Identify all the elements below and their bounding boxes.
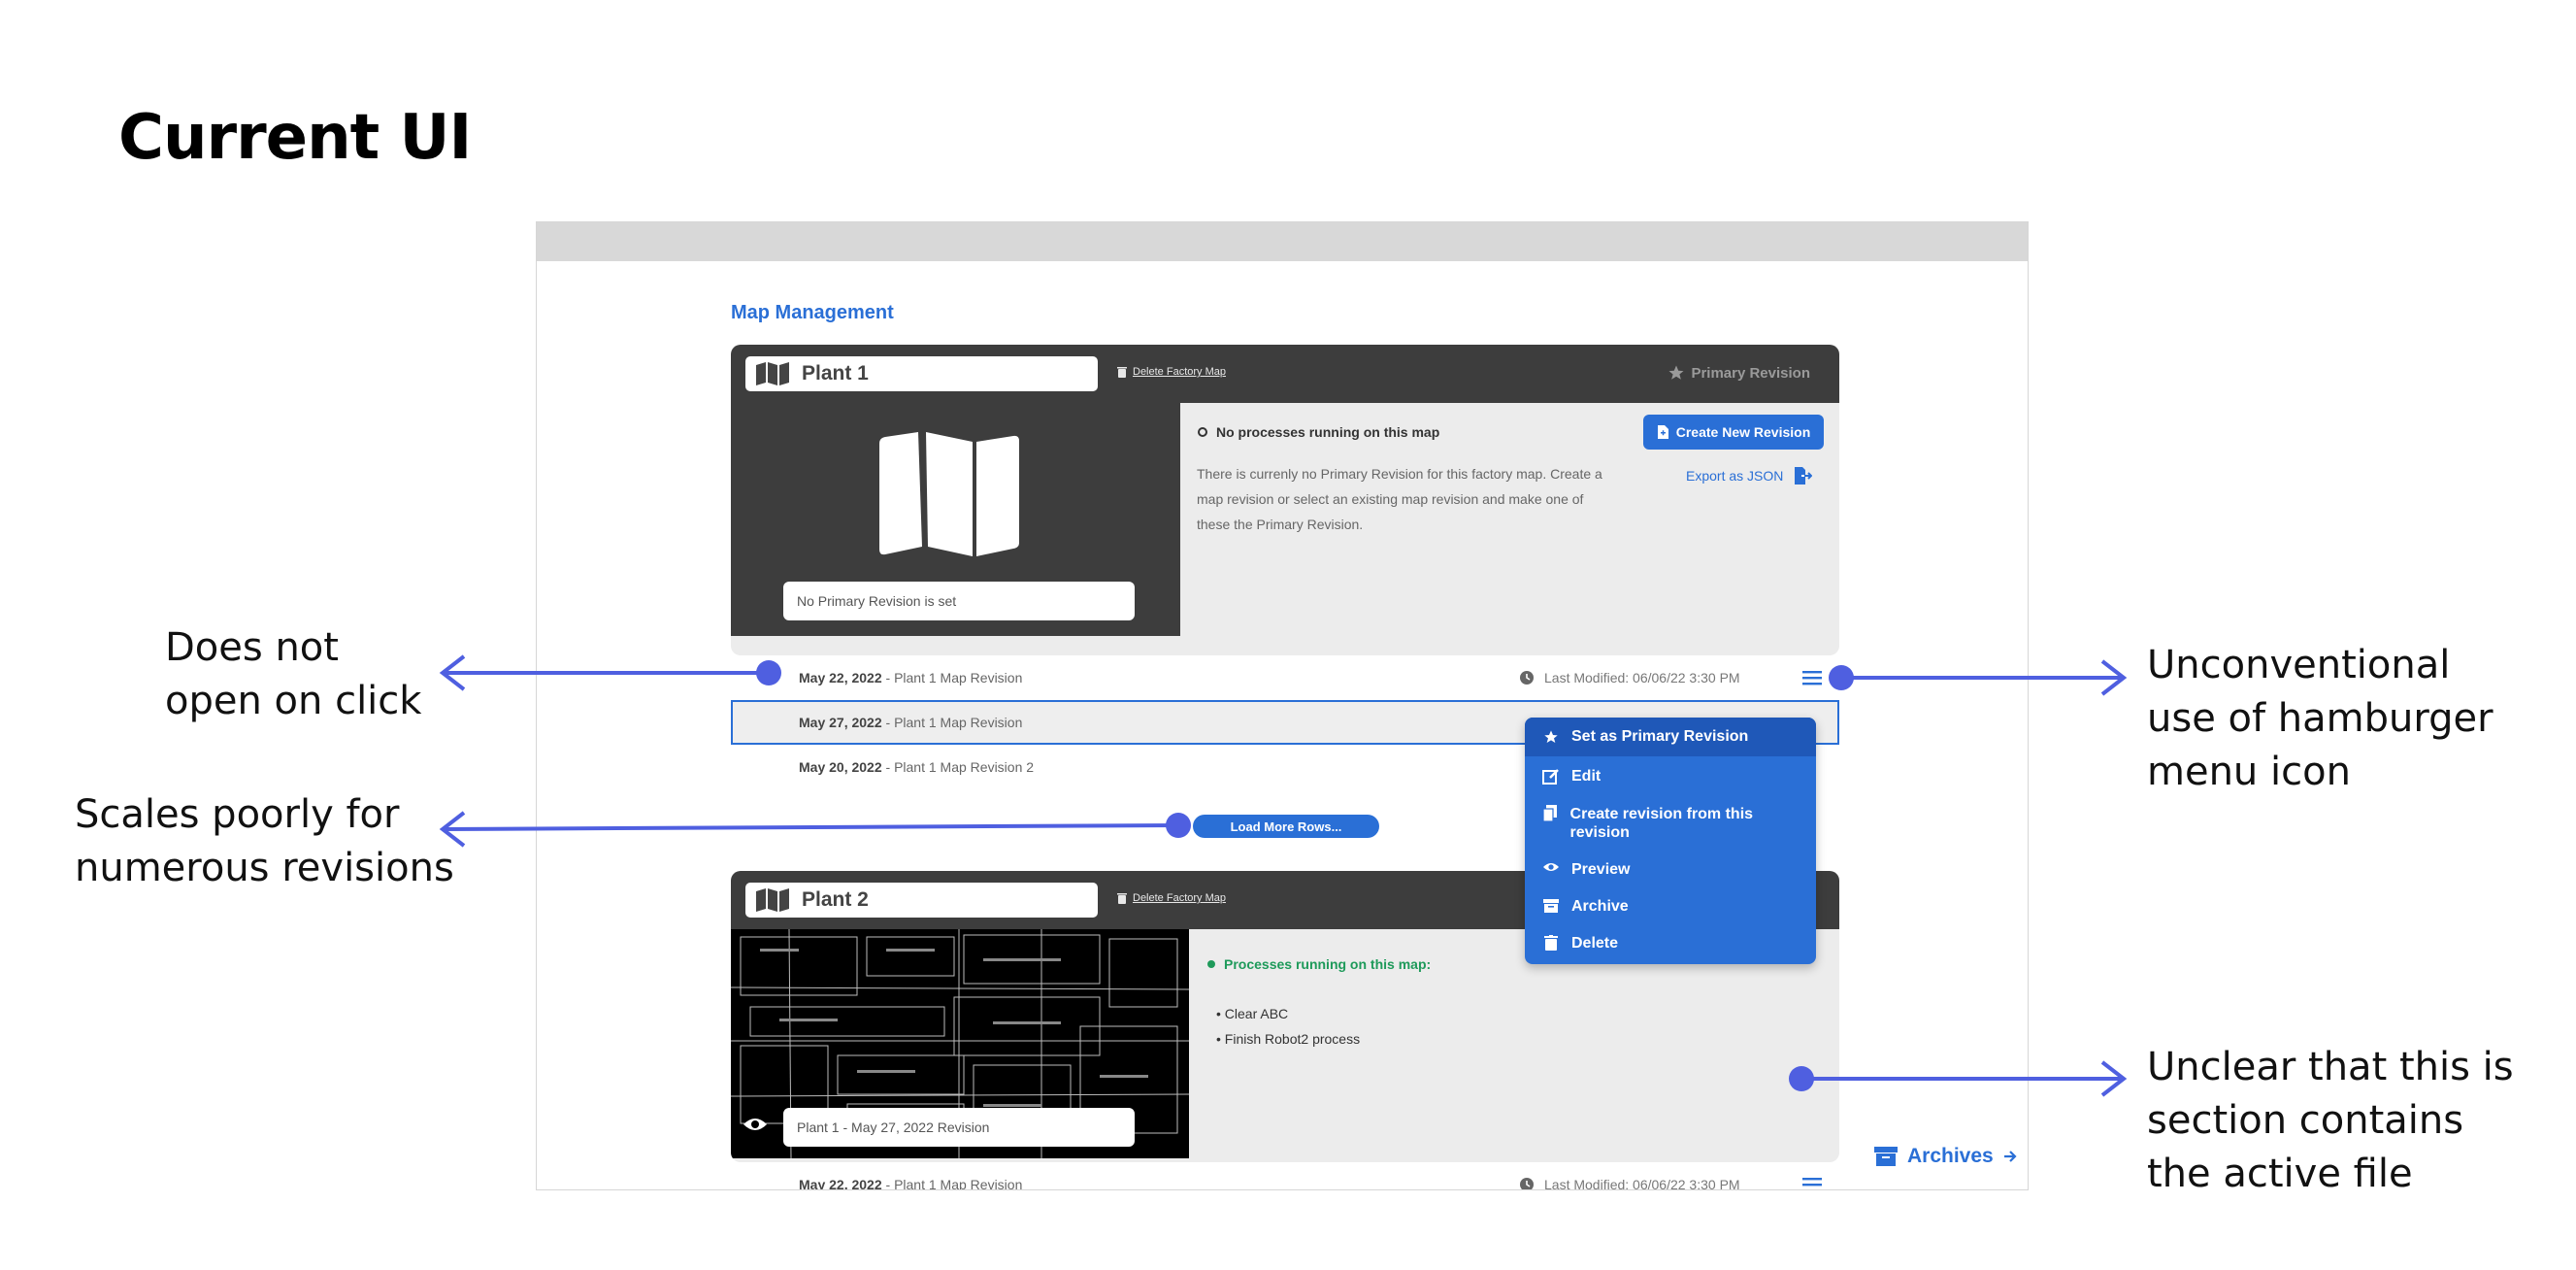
annotation-right-2: Unclear that this is section contains th… (2147, 1041, 2514, 1201)
annotation-dot (1789, 1066, 1814, 1091)
annotation-dot (1829, 665, 1854, 690)
annotation-dot (1166, 813, 1191, 838)
annotation-line: Scales poorly for (75, 792, 400, 837)
annotation-line: open on click (165, 679, 422, 723)
annotation-left-1: Does not open on click (165, 621, 421, 728)
arrow-left-2 (442, 823, 1179, 831)
annotation-right-1: Unconventional use of hamburger menu ico… (2147, 639, 2493, 799)
annotation-line: Does not (165, 625, 339, 670)
annotation-line: use of hamburger (2147, 696, 2493, 741)
annotation-dot (756, 660, 781, 685)
annotation-line: section contains (2147, 1098, 2464, 1143)
annotation-line: numerous revisions (75, 846, 454, 890)
annotation-line: the active file (2147, 1152, 2413, 1196)
annotation-left-2: Scales poorly for numerous revisions (75, 788, 454, 895)
annotation-line: Unconventional (2147, 643, 2451, 687)
annotation-line: Unclear that this is (2147, 1045, 2514, 1089)
annotation-line: menu icon (2147, 750, 2351, 794)
